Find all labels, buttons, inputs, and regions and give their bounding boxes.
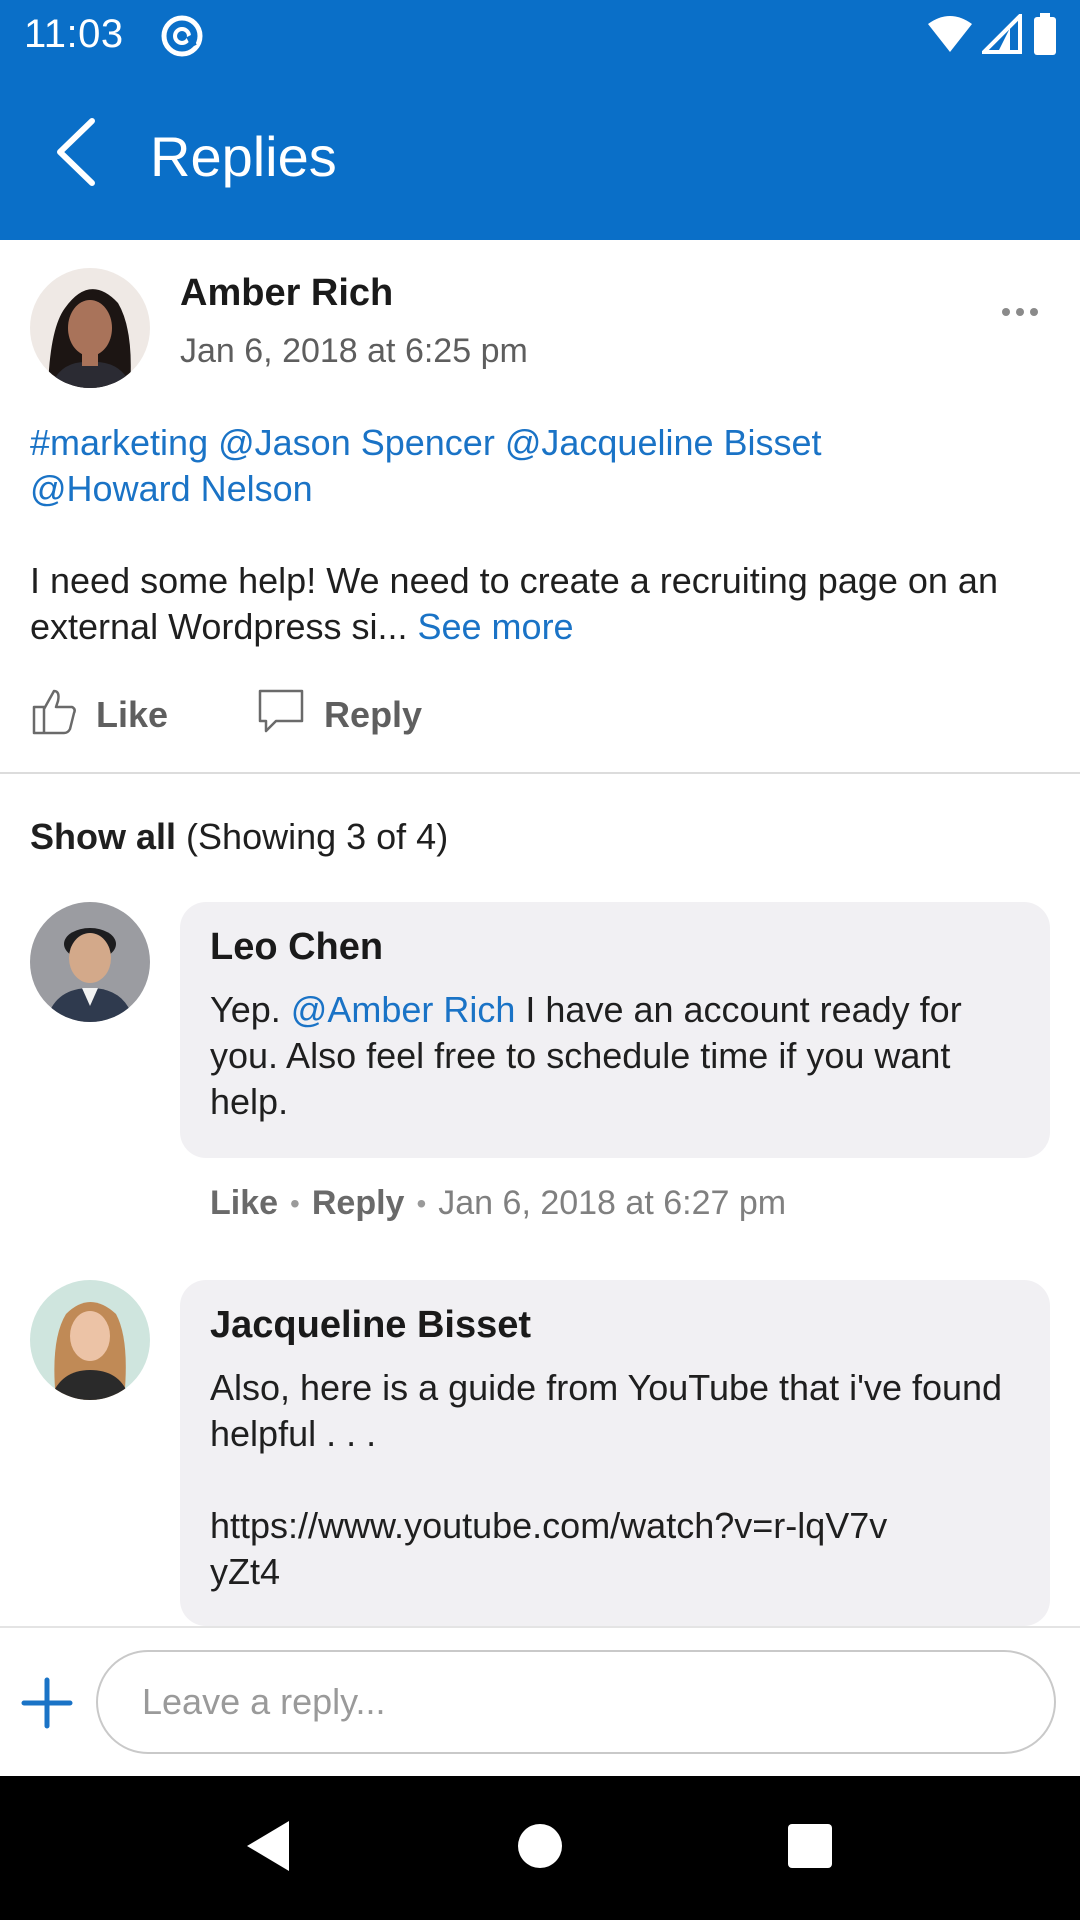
like-label: Like bbox=[96, 694, 169, 735]
nav-home-button[interactable] bbox=[508, 1816, 572, 1880]
divider bbox=[0, 772, 1080, 774]
status-icons bbox=[928, 10, 1058, 60]
reply-button[interactable]: Reply bbox=[256, 687, 422, 744]
avatar[interactable] bbox=[30, 1280, 150, 1400]
like-button[interactable]: Like bbox=[30, 687, 168, 744]
chevron-left-icon bbox=[52, 117, 98, 192]
reply-composer bbox=[0, 1626, 1080, 1776]
reply-input[interactable] bbox=[96, 1650, 1056, 1754]
original-post: Amber Rich Jan 6, 2018 at 6:25 pm #marke… bbox=[0, 240, 1080, 774]
reply-bubble: Jacqueline Bisset Also, here is a guide … bbox=[180, 1280, 1050, 1626]
square-recents-icon bbox=[787, 1823, 833, 1874]
nav-recents-button[interactable] bbox=[778, 1816, 842, 1880]
like-button[interactable]: Like bbox=[210, 1184, 278, 1223]
show-all-row: Show all (Showing 3 of 4) bbox=[30, 816, 448, 858]
reply-meta: Like • Reply • Jan 6, 2018 at 6:27 pm bbox=[210, 1184, 786, 1223]
circle-home-icon bbox=[517, 1823, 563, 1874]
reply-text: Also, here is a guide from YouTube that … bbox=[210, 1367, 1003, 1454]
see-more-link[interactable]: See more bbox=[418, 606, 574, 647]
avatar[interactable] bbox=[30, 268, 150, 388]
separator-dot: • bbox=[290, 1187, 300, 1219]
plus-icon bbox=[18, 1677, 76, 1736]
reply-bubble: Leo Chen Yep. @Amber Rich I have an acco… bbox=[180, 902, 1050, 1158]
add-attachment-button[interactable] bbox=[18, 1674, 76, 1732]
comment-icon bbox=[256, 687, 306, 744]
system-nav-bar bbox=[0, 1776, 1080, 1920]
reply-author[interactable]: Leo Chen bbox=[210, 926, 1020, 969]
post-tags: #marketing @Jason Spencer @Jacqueline Bi… bbox=[30, 420, 1030, 512]
reply-label: Reply bbox=[324, 694, 423, 735]
show-all-link[interactable]: Show all bbox=[30, 816, 176, 857]
page-title: Replies bbox=[150, 125, 337, 188]
separator-dot: • bbox=[416, 1187, 427, 1219]
wifi-icon bbox=[928, 14, 972, 59]
hashtag-link[interactable]: #marketing bbox=[30, 422, 208, 463]
nav-back-button[interactable] bbox=[236, 1816, 300, 1880]
back-button[interactable] bbox=[40, 114, 110, 194]
more-dot bbox=[1016, 308, 1024, 316]
reply-timestamp: Jan 6, 2018 at 6:27 pm bbox=[438, 1184, 787, 1222]
thumbs-up-icon bbox=[30, 687, 78, 744]
replies-screen: 11:03 Replies Amber Rich Jan 6, 2018 at … bbox=[0, 0, 1080, 1920]
showing-count: (Showing 3 of 4) bbox=[186, 816, 449, 857]
mention-link[interactable]: @Jason Spencer bbox=[218, 422, 495, 463]
post-body: I need some help! We need to create a re… bbox=[30, 558, 1050, 650]
mention-link[interactable]: @Howard Nelson bbox=[30, 468, 313, 509]
post-author[interactable]: Amber Rich bbox=[180, 272, 393, 315]
reply-text-prefix: Yep. bbox=[210, 989, 281, 1030]
status-bar: 11:03 bbox=[0, 0, 1080, 74]
reply-author[interactable]: Jacqueline Bisset bbox=[210, 1304, 1020, 1347]
more-options-button[interactable] bbox=[990, 292, 1050, 332]
post-actions: Like Reply bbox=[30, 680, 422, 750]
signal-icon bbox=[979, 10, 1022, 59]
triangle-back-icon bbox=[243, 1819, 293, 1878]
post-timestamp: Jan 6, 2018 at 6:25 pm bbox=[180, 332, 528, 370]
reply-text: Yep. @Amber Rich I have an account ready… bbox=[210, 987, 1020, 1125]
battery-icon bbox=[1032, 12, 1058, 60]
mention-link[interactable]: @Amber Rich bbox=[291, 989, 516, 1030]
at-sign-icon bbox=[160, 14, 204, 58]
app-bar: Replies bbox=[0, 74, 1080, 240]
status-time: 11:03 bbox=[24, 12, 124, 56]
youtube-link[interactable]: https://www.youtube.com/watch?v=r-lqV7vy… bbox=[210, 1503, 890, 1595]
mention-link[interactable]: @Jacqueline Bisset bbox=[505, 422, 822, 463]
more-dot bbox=[1002, 308, 1010, 316]
avatar[interactable] bbox=[30, 902, 150, 1022]
reply-button[interactable]: Reply bbox=[312, 1184, 405, 1223]
more-dot bbox=[1030, 308, 1038, 316]
